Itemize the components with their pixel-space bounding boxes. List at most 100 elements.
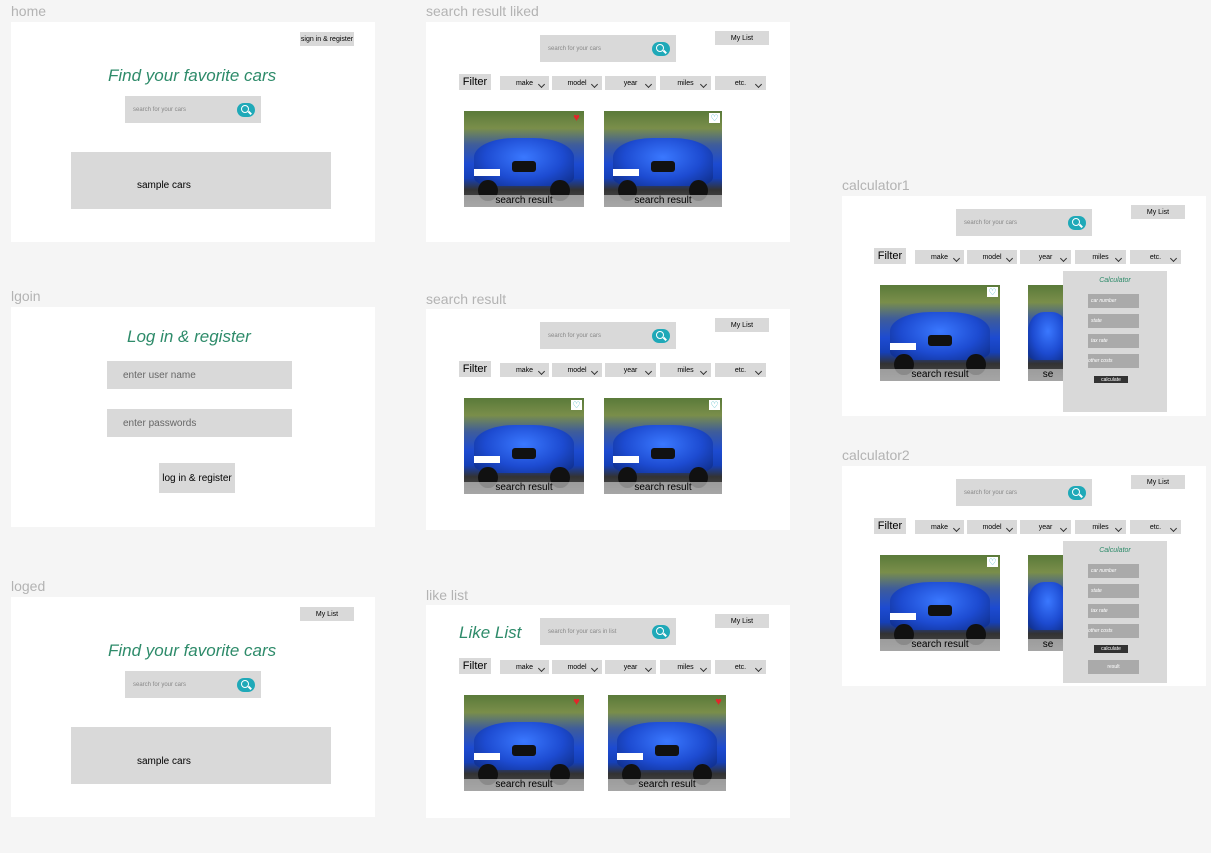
my-list-button[interactable]: My List — [1131, 205, 1185, 219]
heart-filled-icon[interactable]: ♥ — [571, 113, 582, 124]
state-field[interactable]: state — [1088, 584, 1139, 598]
search-input[interactable]: search for your cars — [540, 322, 676, 349]
username-field[interactable]: enter user name — [107, 361, 292, 389]
tax-rate-field[interactable]: tax rate — [1088, 604, 1139, 618]
car-result-card[interactable]: search result ♥ — [608, 695, 726, 791]
result-label: search result — [464, 779, 584, 791]
heart-outline-icon[interactable]: ♡ — [987, 287, 998, 297]
state-field[interactable]: state — [1088, 314, 1139, 328]
search-input[interactable]: search for your cars in list — [540, 618, 676, 645]
heart-outline-icon[interactable]: ♡ — [709, 113, 720, 123]
sample-cars-panel: sample cars — [71, 727, 331, 784]
search-icon[interactable] — [1068, 215, 1086, 230]
search-icon[interactable] — [237, 102, 255, 117]
car-number-field[interactable]: car number — [1088, 564, 1139, 578]
search-icon[interactable] — [1068, 485, 1086, 500]
dropdown-model[interactable]: model — [552, 76, 602, 90]
heart-filled-icon[interactable]: ♥ — [713, 697, 724, 708]
car-result-card[interactable]: search result ♥ — [464, 111, 584, 207]
sample-cars-panel: sample cars — [71, 152, 331, 209]
password-field[interactable]: enter passwords — [107, 409, 292, 437]
car-result-card[interactable]: search result ♡ — [464, 398, 584, 494]
search-input[interactable]: search for your cars — [540, 35, 676, 62]
search-icon[interactable] — [652, 41, 670, 56]
frame-home: sign in & register Find your favorite ca… — [11, 22, 375, 242]
other-costs-field[interactable]: other costs — [1088, 624, 1139, 638]
dropdown-year[interactable]: year — [1020, 250, 1071, 264]
heart-outline-icon[interactable]: ♡ — [709, 400, 720, 410]
result-label-partial: se — [1028, 369, 1068, 381]
my-list-button[interactable]: My List — [1131, 475, 1185, 489]
page-title: Log in & register — [127, 327, 251, 346]
frame-label-calculator2: calculator2 — [842, 447, 910, 463]
search-input[interactable]: search for your cars — [125, 671, 261, 698]
search-input[interactable]: search for your cars — [956, 479, 1092, 506]
search-placeholder: search for your cars — [548, 332, 602, 339]
car-result-card[interactable]: search result ♡ — [880, 555, 1000, 651]
dropdown-model[interactable]: model — [967, 250, 1017, 264]
search-icon[interactable] — [652, 624, 670, 639]
dropdown-etc[interactable]: etc. — [715, 76, 766, 90]
filter-label: Filter — [459, 74, 491, 90]
car-result-card-partial[interactable]: se — [1028, 285, 1068, 381]
dropdown-etc[interactable]: etc. — [1130, 250, 1181, 264]
car-result-card[interactable]: search result ♡ — [604, 111, 722, 207]
my-list-button[interactable]: My List — [715, 31, 769, 45]
frame-label-like-list: like list — [426, 587, 469, 603]
frame-label-home: home — [11, 3, 47, 19]
dropdown-make[interactable]: make — [915, 250, 964, 264]
dropdown-miles[interactable]: miles — [1075, 520, 1126, 534]
dropdown-make[interactable]: make — [500, 660, 549, 674]
result-field: result — [1088, 660, 1139, 674]
car-result-card[interactable]: search result ♥ — [464, 695, 584, 791]
calculate-button[interactable]: calculate — [1094, 376, 1128, 383]
signin-register-button[interactable]: sign in & register — [300, 32, 354, 46]
car-number-field[interactable]: car number — [1088, 294, 1139, 308]
result-label: search result — [608, 779, 726, 791]
dropdown-year[interactable]: year — [605, 76, 656, 90]
heart-filled-icon[interactable]: ♥ — [571, 697, 582, 708]
dropdown-year[interactable]: year — [605, 363, 656, 377]
dropdown-year[interactable]: year — [1020, 520, 1071, 534]
frame-calculator2: search for your cars My List Filter make… — [842, 466, 1206, 686]
filter-label: Filter — [459, 361, 491, 377]
car-result-card-partial[interactable]: se — [1028, 555, 1068, 651]
my-list-button[interactable]: My List — [300, 607, 354, 621]
heart-outline-icon[interactable]: ♡ — [571, 400, 582, 410]
search-icon[interactable] — [652, 328, 670, 343]
login-register-button[interactable]: log in & register — [159, 463, 235, 493]
tax-rate-field[interactable]: tax rate — [1088, 334, 1139, 348]
search-icon[interactable] — [237, 677, 255, 692]
frame-label-search-liked: search result liked — [426, 3, 539, 19]
dropdown-etc[interactable]: etc. — [715, 363, 766, 377]
calculate-button[interactable]: calculate — [1094, 645, 1128, 653]
dropdown-model[interactable]: model — [967, 520, 1017, 534]
result-label: search result — [604, 482, 722, 494]
dropdown-make[interactable]: make — [500, 76, 549, 90]
dropdown-year[interactable]: year — [605, 660, 656, 674]
search-input[interactable]: search for your cars — [125, 96, 261, 123]
dropdown-make[interactable]: make — [500, 363, 549, 377]
dropdown-miles[interactable]: miles — [660, 76, 711, 90]
dropdown-etc[interactable]: etc. — [715, 660, 766, 674]
dropdown-model[interactable]: model — [552, 363, 602, 377]
dropdown-model[interactable]: model — [552, 660, 602, 674]
sample-cars-label: sample cars — [137, 180, 191, 191]
dropdown-etc[interactable]: etc. — [1130, 520, 1181, 534]
dropdown-miles[interactable]: miles — [1075, 250, 1126, 264]
dropdown-miles[interactable]: miles — [660, 660, 711, 674]
my-list-button[interactable]: My List — [715, 614, 769, 628]
dropdown-miles[interactable]: miles — [660, 363, 711, 377]
filter-label: Filter — [874, 248, 906, 264]
car-result-card[interactable]: search result ♡ — [604, 398, 722, 494]
page-title: Find your favorite cars — [108, 641, 277, 660]
heart-outline-icon[interactable]: ♡ — [987, 557, 998, 567]
search-input[interactable]: search for your cars — [956, 209, 1092, 236]
search-placeholder: search for your cars — [133, 681, 187, 688]
car-result-card[interactable]: search result ♡ — [880, 285, 1000, 381]
dropdown-make[interactable]: make — [915, 520, 964, 534]
my-list-button[interactable]: My List — [715, 318, 769, 332]
other-costs-field[interactable]: other costs — [1088, 354, 1139, 368]
frame-calculator1: search for your cars My List Filter make… — [842, 196, 1206, 416]
filter-label: Filter — [459, 658, 491, 674]
